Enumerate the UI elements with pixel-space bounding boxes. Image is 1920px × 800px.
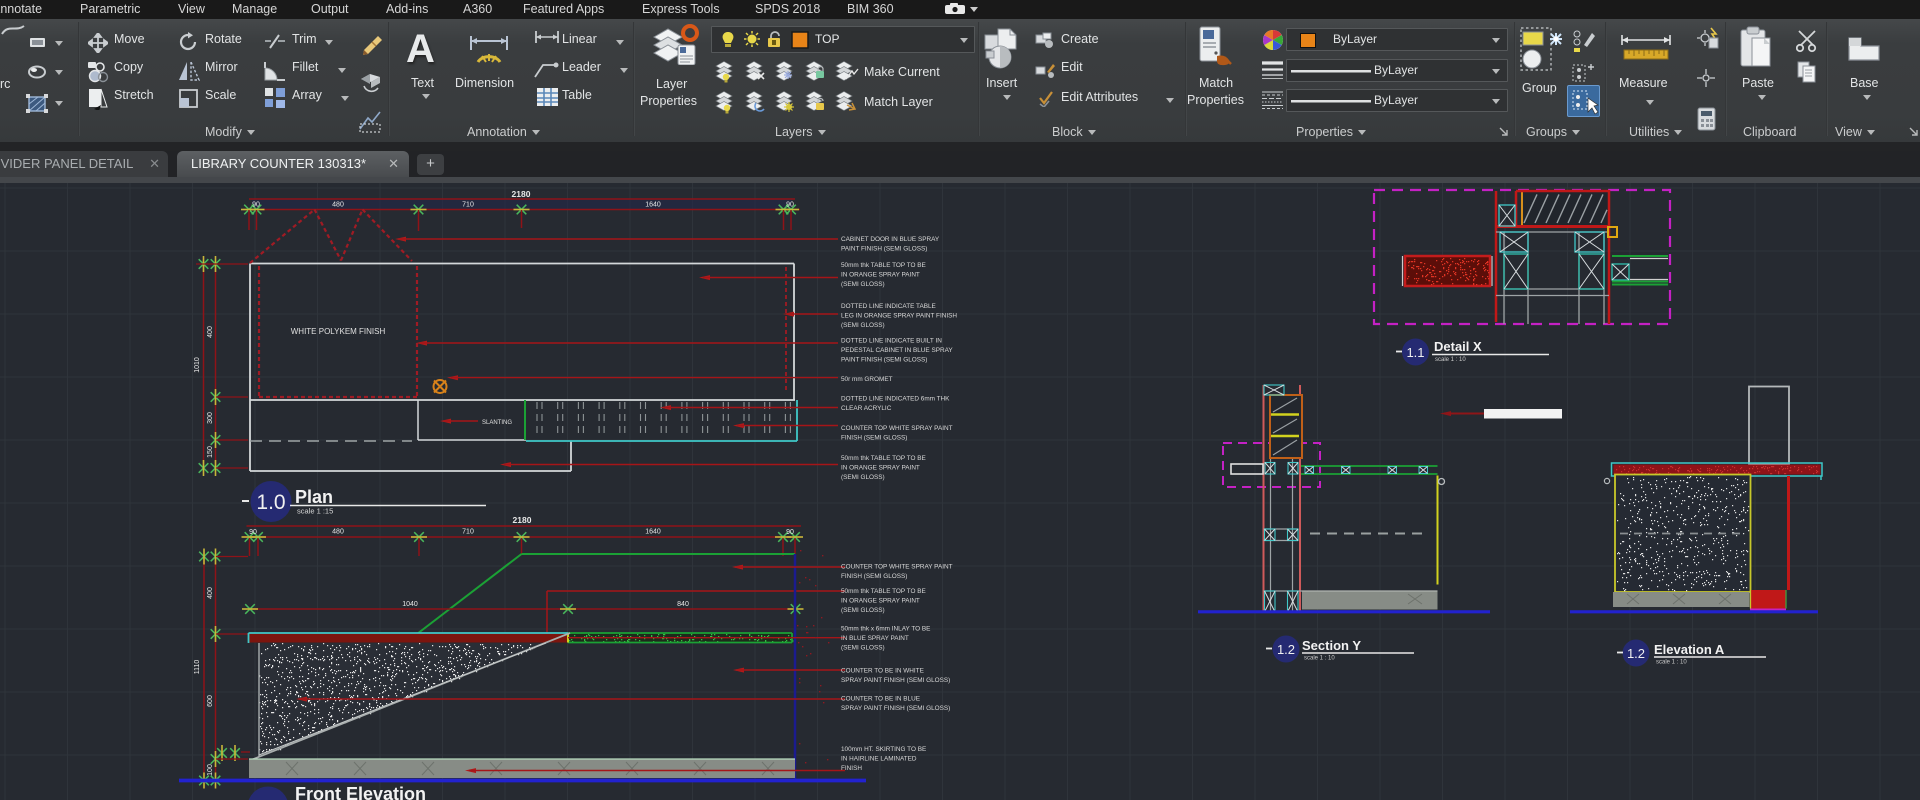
svg-text:(SEMI GLOSS): (SEMI GLOSS) (841, 645, 885, 652)
svg-text:1640: 1640 (645, 529, 661, 536)
svg-text:CABINET DOOR IN BLUE SPRAY: CABINET DOOR IN BLUE SPRAY (841, 236, 940, 243)
svg-text:FINISH: FINISH (841, 765, 862, 772)
svg-text:COUNTER TOP WHITE SPRAY PAINT: COUNTER TOP WHITE SPRAY PAINT (841, 564, 953, 571)
svg-text:scale 1 : 10: scale 1 : 10 (1435, 357, 1466, 363)
svg-text:1.2: 1.2 (1277, 642, 1295, 657)
svg-text:Detail X: Detail X (1434, 339, 1482, 354)
svg-text:(SEMI GLOSS): (SEMI GLOSS) (841, 281, 885, 288)
svg-text:840: 840 (677, 601, 689, 608)
svg-text:DOTTED LINE INDICATED 6mm THK: DOTTED LINE INDICATED 6mm THK (841, 395, 950, 402)
svg-text:90: 90 (786, 529, 794, 536)
svg-text:1.1: 1.1 (1406, 345, 1424, 360)
svg-text:600: 600 (207, 695, 214, 707)
svg-text:IN HAIRLINE LAMINATED: IN HAIRLINE LAMINATED (841, 755, 917, 762)
svg-text:WHITE POLYKEM FINISH: WHITE POLYKEM FINISH (291, 327, 386, 336)
svg-text:1640: 1640 (645, 202, 661, 209)
svg-text:480: 480 (332, 529, 344, 536)
svg-text:300: 300 (207, 412, 214, 424)
svg-text:1110: 1110 (194, 660, 201, 675)
svg-text:COUNTER TO BE IN WHITE: COUNTER TO BE IN WHITE (841, 668, 924, 675)
svg-text:PAINT FINISH (SEMI GLOSS): PAINT FINISH (SEMI GLOSS) (841, 246, 927, 253)
svg-text:150: 150 (207, 446, 214, 458)
svg-text:CLEAR ACRYLIC: CLEAR ACRYLIC (841, 405, 892, 412)
svg-text:scale 1 : 10: scale 1 : 10 (1304, 656, 1335, 662)
svg-text:LEG IN ORANGE SPRAY PAINT FINI: LEG IN ORANGE SPRAY PAINT FINISH (841, 313, 957, 320)
svg-text:SLANTING: SLANTING (482, 420, 512, 426)
svg-text:90: 90 (249, 529, 257, 536)
svg-text:Elevation A: Elevation A (1654, 642, 1725, 657)
svg-text:IN ORANGE SPRAY PAINT: IN ORANGE SPRAY PAINT (841, 272, 920, 279)
svg-text:50mm thk TABLE TOP TO BE: 50mm thk TABLE TOP TO BE (841, 455, 926, 462)
svg-text:(SEMI GLOSS): (SEMI GLOSS) (841, 607, 885, 614)
svg-text:400: 400 (207, 587, 214, 599)
svg-text:710: 710 (462, 529, 474, 536)
svg-text:IN ORANGE SPRAY PAINT: IN ORANGE SPRAY PAINT (841, 465, 920, 472)
svg-text:Front Elevation: Front Elevation (295, 784, 426, 800)
svg-text:50r mm GROMET: 50r mm GROMET (841, 376, 893, 383)
svg-text:rc: rc (0, 77, 10, 91)
svg-text:2180: 2180 (512, 189, 531, 199)
svg-text:90: 90 (786, 202, 794, 209)
svg-text:FINISH (SEMI GLOSS): FINISH (SEMI GLOSS) (841, 573, 907, 580)
svg-text:2180: 2180 (513, 515, 532, 525)
svg-text:50mm thk x 6mm INLAY TO BE: 50mm thk x 6mm INLAY TO BE (841, 626, 930, 633)
svg-text:DOTTED LINE INDICATE BUILT IN: DOTTED LINE INDICATE BUILT IN (841, 338, 942, 345)
svg-text:SPRAY PAINT FINISH (SEMI GLOSS: SPRAY PAINT FINISH (SEMI GLOSS) (841, 677, 950, 684)
svg-text:PAINT FINISH (SEMI GLOSS): PAINT FINISH (SEMI GLOSS) (841, 357, 927, 364)
svg-text:COUNTER TOP WHITE SPRAY PAINT: COUNTER TOP WHITE SPRAY PAINT (841, 425, 953, 432)
svg-text:Section Y: Section Y (1302, 638, 1361, 653)
svg-text:PEDESTAL CABINET IN BLUE SPRAY: PEDESTAL CABINET IN BLUE SPRAY (841, 347, 953, 354)
svg-text:IN BLUE SPRAY PAINT: IN BLUE SPRAY PAINT (841, 635, 909, 642)
svg-text:710: 710 (462, 202, 474, 209)
svg-text:480: 480 (332, 202, 344, 209)
svg-text:1.0: 1.0 (256, 491, 285, 514)
svg-text:90: 90 (252, 202, 260, 209)
svg-text:1.2: 1.2 (1627, 646, 1645, 661)
svg-text:50mm thk TABLE TOP TO BE: 50mm thk TABLE TOP TO BE (841, 262, 926, 269)
svg-text:100: 100 (207, 764, 214, 776)
svg-text:Plan: Plan (295, 487, 333, 507)
svg-text:1010: 1010 (194, 357, 201, 373)
svg-text:DOTTED LINE INDICATE TABLE: DOTTED LINE INDICATE TABLE (841, 303, 936, 310)
svg-text:50mm thk TABLE TOP TO BE: 50mm thk TABLE TOP TO BE (841, 588, 926, 595)
svg-text:FINISH (SEMI GLOSS): FINISH (SEMI GLOSS) (841, 435, 907, 442)
svg-text:(SEMI GLOSS): (SEMI GLOSS) (841, 474, 885, 481)
svg-text:1040: 1040 (402, 601, 418, 608)
svg-text:400: 400 (207, 326, 214, 338)
svg-text:scale 1 : 10: scale 1 : 10 (1656, 660, 1687, 666)
svg-text:SPRAY PAINT FINISH (SEMI GLOSS: SPRAY PAINT FINISH (SEMI GLOSS) (841, 705, 950, 712)
svg-text:(SEMI GLOSS): (SEMI GLOSS) (841, 322, 885, 329)
svg-text:100mm HT. SKIRTING TO BE: 100mm HT. SKIRTING TO BE (841, 746, 926, 753)
svg-text:COUNTER TO BE IN BLUE: COUNTER TO BE IN BLUE (841, 695, 920, 702)
svg-text:IN ORANGE SPRAY PAINT: IN ORANGE SPRAY PAINT (841, 598, 920, 605)
svg-text:scale 1 :15: scale 1 :15 (297, 507, 333, 516)
